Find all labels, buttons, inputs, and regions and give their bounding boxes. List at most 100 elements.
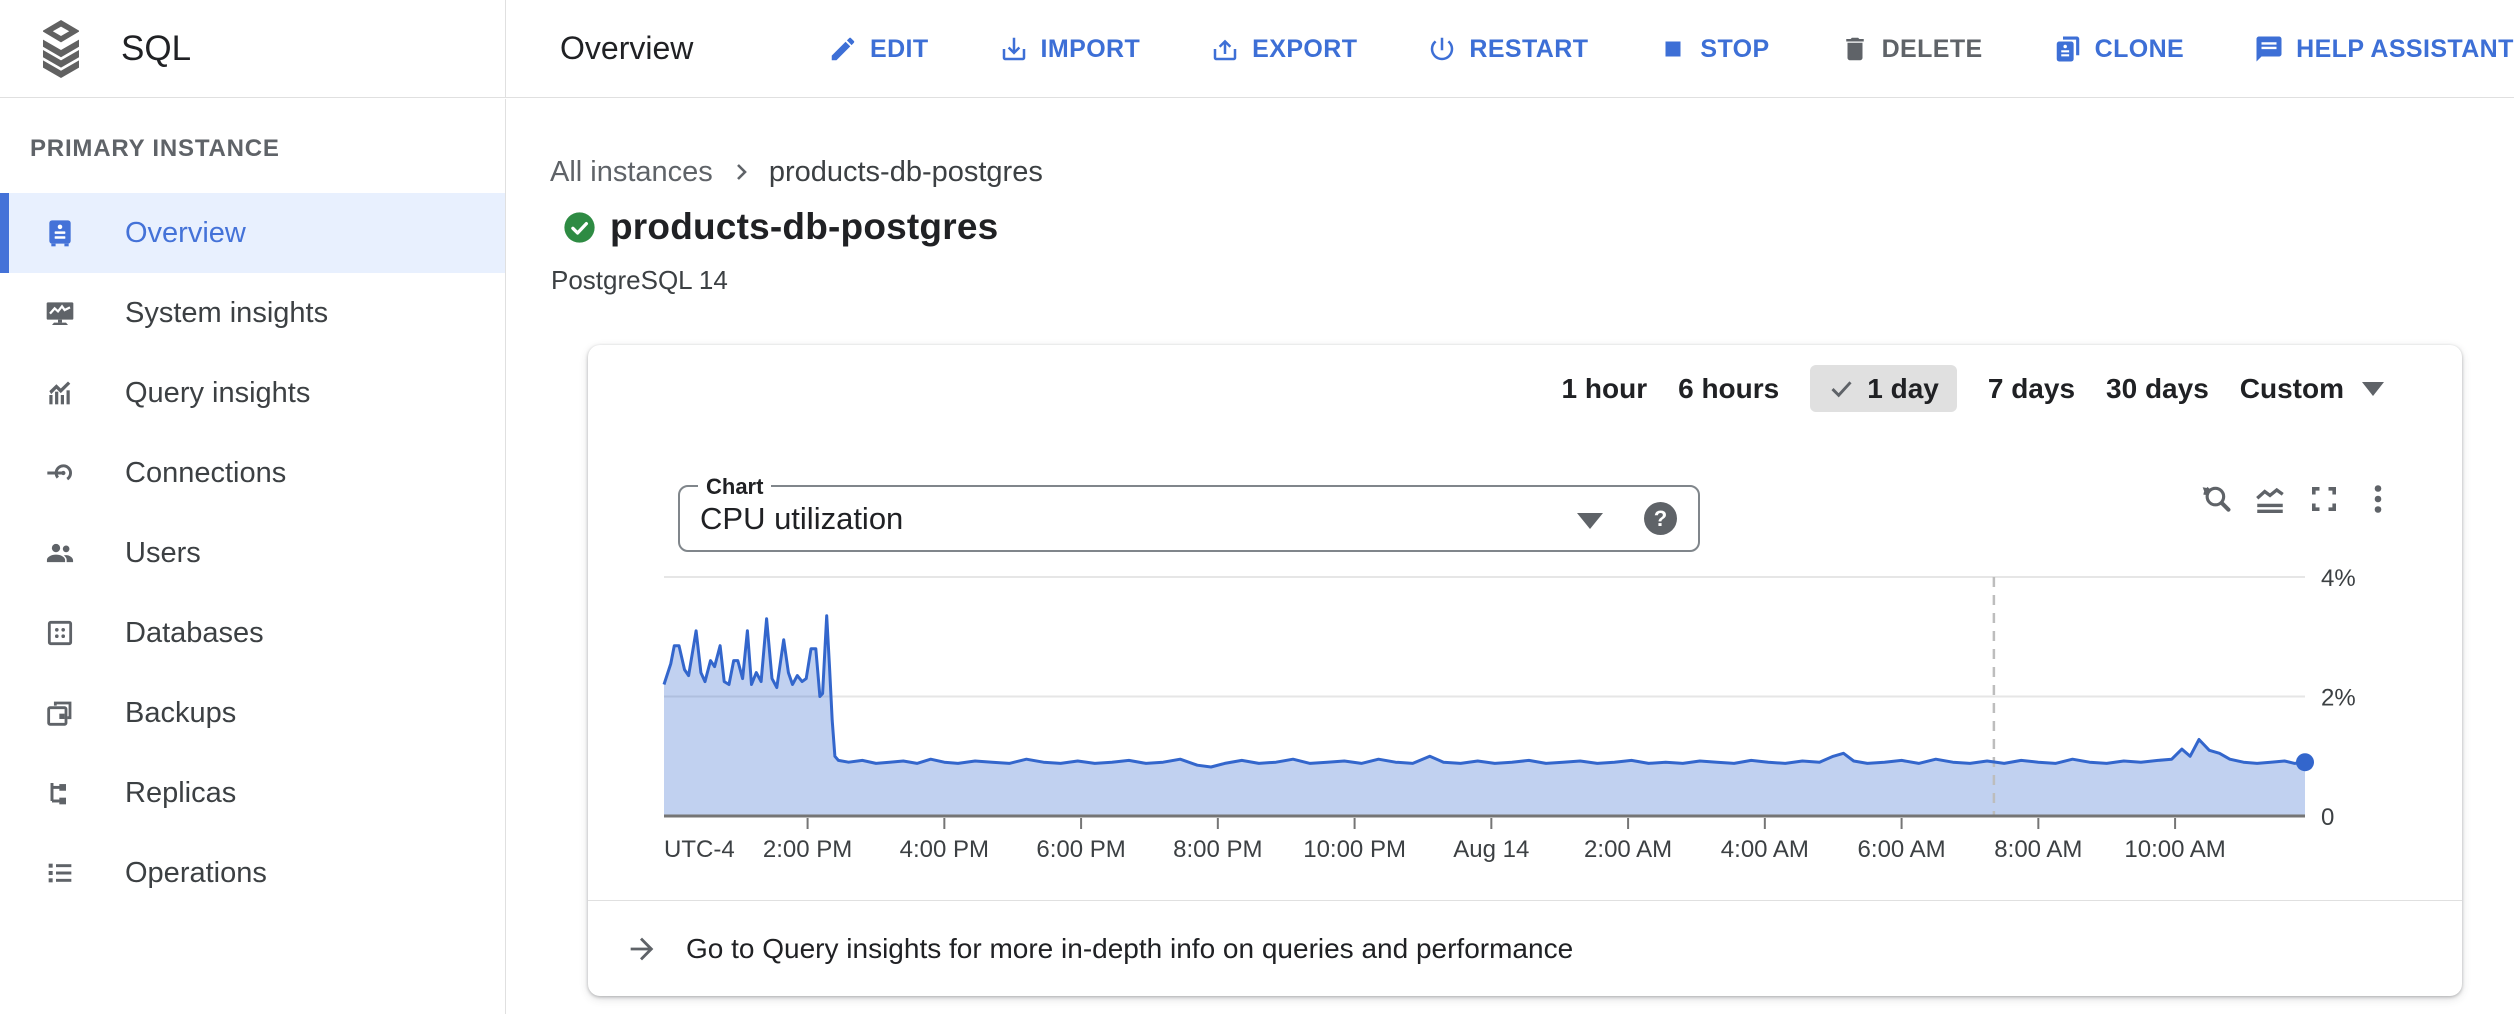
area-chart-toggle-button[interactable] <box>2250 479 2290 519</box>
x-tick-label: 10:00 AM <box>2124 836 2225 863</box>
stop-button[interactable]: STOP <box>1658 34 1769 64</box>
import-button[interactable]: IMPORT <box>999 34 1141 64</box>
instance-engine-version: PostgreSQL 14 <box>551 265 728 296</box>
x-tick-label: 4:00 AM <box>1721 836 1809 863</box>
pencil-icon <box>828 34 858 64</box>
query-insights-link-label: Go to Query insights for more in-depth i… <box>686 933 1573 965</box>
sidebar-nav: Overview System insights Query insights … <box>0 193 505 913</box>
sidebar-item-databases-label: Databases <box>125 617 264 650</box>
time-range-1-day[interactable]: 1 day <box>1810 365 1957 412</box>
main-content: All instances products-db-postgres produ… <box>507 99 2514 1014</box>
cpu-chart-svg: UTC-42:00 PM4:00 PM6:00 PM8:00 PM10:00 P… <box>664 572 2384 872</box>
sidebar-item-backups-label: Backups <box>125 697 236 730</box>
stop-button-label: STOP <box>1700 35 1769 64</box>
chevron-down-icon <box>2362 382 2384 396</box>
x-tick-label: 2:00 PM <box>763 836 852 863</box>
restart-button-label: RESTART <box>1469 35 1588 64</box>
power-icon <box>1427 34 1457 64</box>
export-button[interactable]: EXPORT <box>1210 34 1357 64</box>
fullscreen-button[interactable] <box>2304 479 2344 519</box>
chart-toolbar <box>2196 479 2398 519</box>
users-icon <box>44 537 76 569</box>
x-tick-label: 8:00 AM <box>1994 836 2082 863</box>
stop-icon <box>1658 34 1688 64</box>
status-healthy-icon <box>563 211 596 244</box>
clone-button[interactable]: CLONE <box>2053 34 2185 64</box>
operations-icon <box>44 857 76 889</box>
area-chart-icon <box>2252 481 2288 517</box>
restart-button[interactable]: RESTART <box>1427 34 1588 64</box>
help-assistant-button[interactable]: HELP ASSISTANT <box>2254 34 2514 64</box>
cloud-sql-logo-icon <box>37 20 85 78</box>
sidebar-item-operations[interactable]: Operations <box>0 833 505 913</box>
sidebar-item-overview[interactable]: Overview <box>0 193 505 273</box>
time-range-custom[interactable]: Custom <box>2240 373 2384 405</box>
clone-button-label: CLONE <box>2095 35 2185 64</box>
chevron-down-icon <box>1577 513 1603 529</box>
cpu-utilization-chart[interactable]: UTC-42:00 PM4:00 PM6:00 PM8:00 PM10:00 P… <box>664 572 2384 872</box>
product-logo-area[interactable]: SQL <box>0 0 506 97</box>
sidebar-item-system-insights[interactable]: System insights <box>0 273 505 353</box>
x-tick-label: Aug 14 <box>1453 836 1529 863</box>
product-name: SQL <box>121 29 191 69</box>
cpu-series-line <box>664 616 2305 767</box>
help-icon[interactable]: ? <box>1644 502 1677 535</box>
check-icon <box>1828 375 1855 402</box>
breadcrumb: All instances products-db-postgres <box>550 149 1043 195</box>
x-tick-label: 6:00 AM <box>1858 836 1946 863</box>
instance-icon <box>44 217 76 249</box>
sidebar-section-label: PRIMARY INSTANCE <box>0 99 505 163</box>
chart-more-options-button[interactable] <box>2358 479 2398 519</box>
sidebar-item-connections[interactable]: Connections <box>0 433 505 513</box>
fullscreen-icon <box>2306 481 2342 517</box>
arrow-forward-icon <box>625 932 659 966</box>
query-insights-icon <box>44 377 76 409</box>
y-tick-label: 4% <box>2321 565 2356 592</box>
delete-button[interactable]: DELETE <box>1840 34 1983 64</box>
y-tick-label: 0 <box>2321 804 2334 831</box>
edit-button[interactable]: EDIT <box>828 34 929 64</box>
chart-metric-select-value: CPU utilization <box>700 487 903 550</box>
sidebar-item-users[interactable]: Users <box>0 513 505 593</box>
instance-title-row: products-db-postgres <box>563 203 998 251</box>
sidebar-item-operations-label: Operations <box>125 857 267 890</box>
breadcrumb-current: products-db-postgres <box>769 156 1043 189</box>
chevron-right-icon <box>729 160 753 184</box>
export-button-label: EXPORT <box>1252 35 1357 64</box>
sidebar-item-backups[interactable]: Backups <box>0 673 505 753</box>
page-title: Overview <box>560 30 693 67</box>
trash-icon <box>1840 34 1870 64</box>
sidebar-item-replicas[interactable]: Replicas <box>0 753 505 833</box>
time-range-1-hour[interactable]: 1 hour <box>1562 373 1648 405</box>
zoom-reset-button[interactable] <box>2196 479 2236 519</box>
sidebar-item-replicas-label: Replicas <box>125 777 236 810</box>
x-tick-label: 2:00 AM <box>1584 836 1672 863</box>
import-icon <box>999 34 1029 64</box>
query-insights-link[interactable]: Go to Query insights for more in-depth i… <box>588 900 2462 996</box>
edit-button-label: EDIT <box>870 35 929 64</box>
latest-point-dot <box>2296 753 2314 771</box>
metrics-card: 1 hour 6 hours 1 day 7 days 30 days Cust… <box>588 345 2462 996</box>
x-tick-label: 10:00 PM <box>1303 836 1406 863</box>
chart-metric-select[interactable]: Chart CPU utilization ? <box>678 485 1700 552</box>
time-range-selector: 1 hour 6 hours 1 day 7 days 30 days Cust… <box>1562 365 2384 412</box>
time-range-6-hours[interactable]: 6 hours <box>1678 373 1779 405</box>
time-range-7-days[interactable]: 7 days <box>1988 373 2075 405</box>
chat-icon <box>2254 34 2284 64</box>
replicas-icon <box>44 777 76 809</box>
instance-actions-toolbar: EDIT IMPORT EXPORT RESTART <box>828 0 2489 98</box>
top-bar-main: Overview EDIT IMPORT EXPORT <box>506 0 2514 97</box>
export-icon <box>1210 34 1240 64</box>
sidebar-item-connections-label: Connections <box>125 457 286 490</box>
cpu-series-area <box>664 616 2305 816</box>
zoom-reset-icon <box>2198 481 2234 517</box>
sidebar-item-query-insights[interactable]: Query insights <box>0 353 505 433</box>
time-range-custom-label: Custom <box>2240 373 2344 405</box>
breadcrumb-all-instances[interactable]: All instances <box>550 156 713 189</box>
x-tick-label: UTC-4 <box>664 836 735 863</box>
x-tick-label: 6:00 PM <box>1036 836 1125 863</box>
help-assistant-button-label: HELP ASSISTANT <box>2296 35 2514 64</box>
time-range-30-days[interactable]: 30 days <box>2106 373 2209 405</box>
sidebar-item-query-insights-label: Query insights <box>125 377 310 410</box>
sidebar-item-databases[interactable]: Databases <box>0 593 505 673</box>
